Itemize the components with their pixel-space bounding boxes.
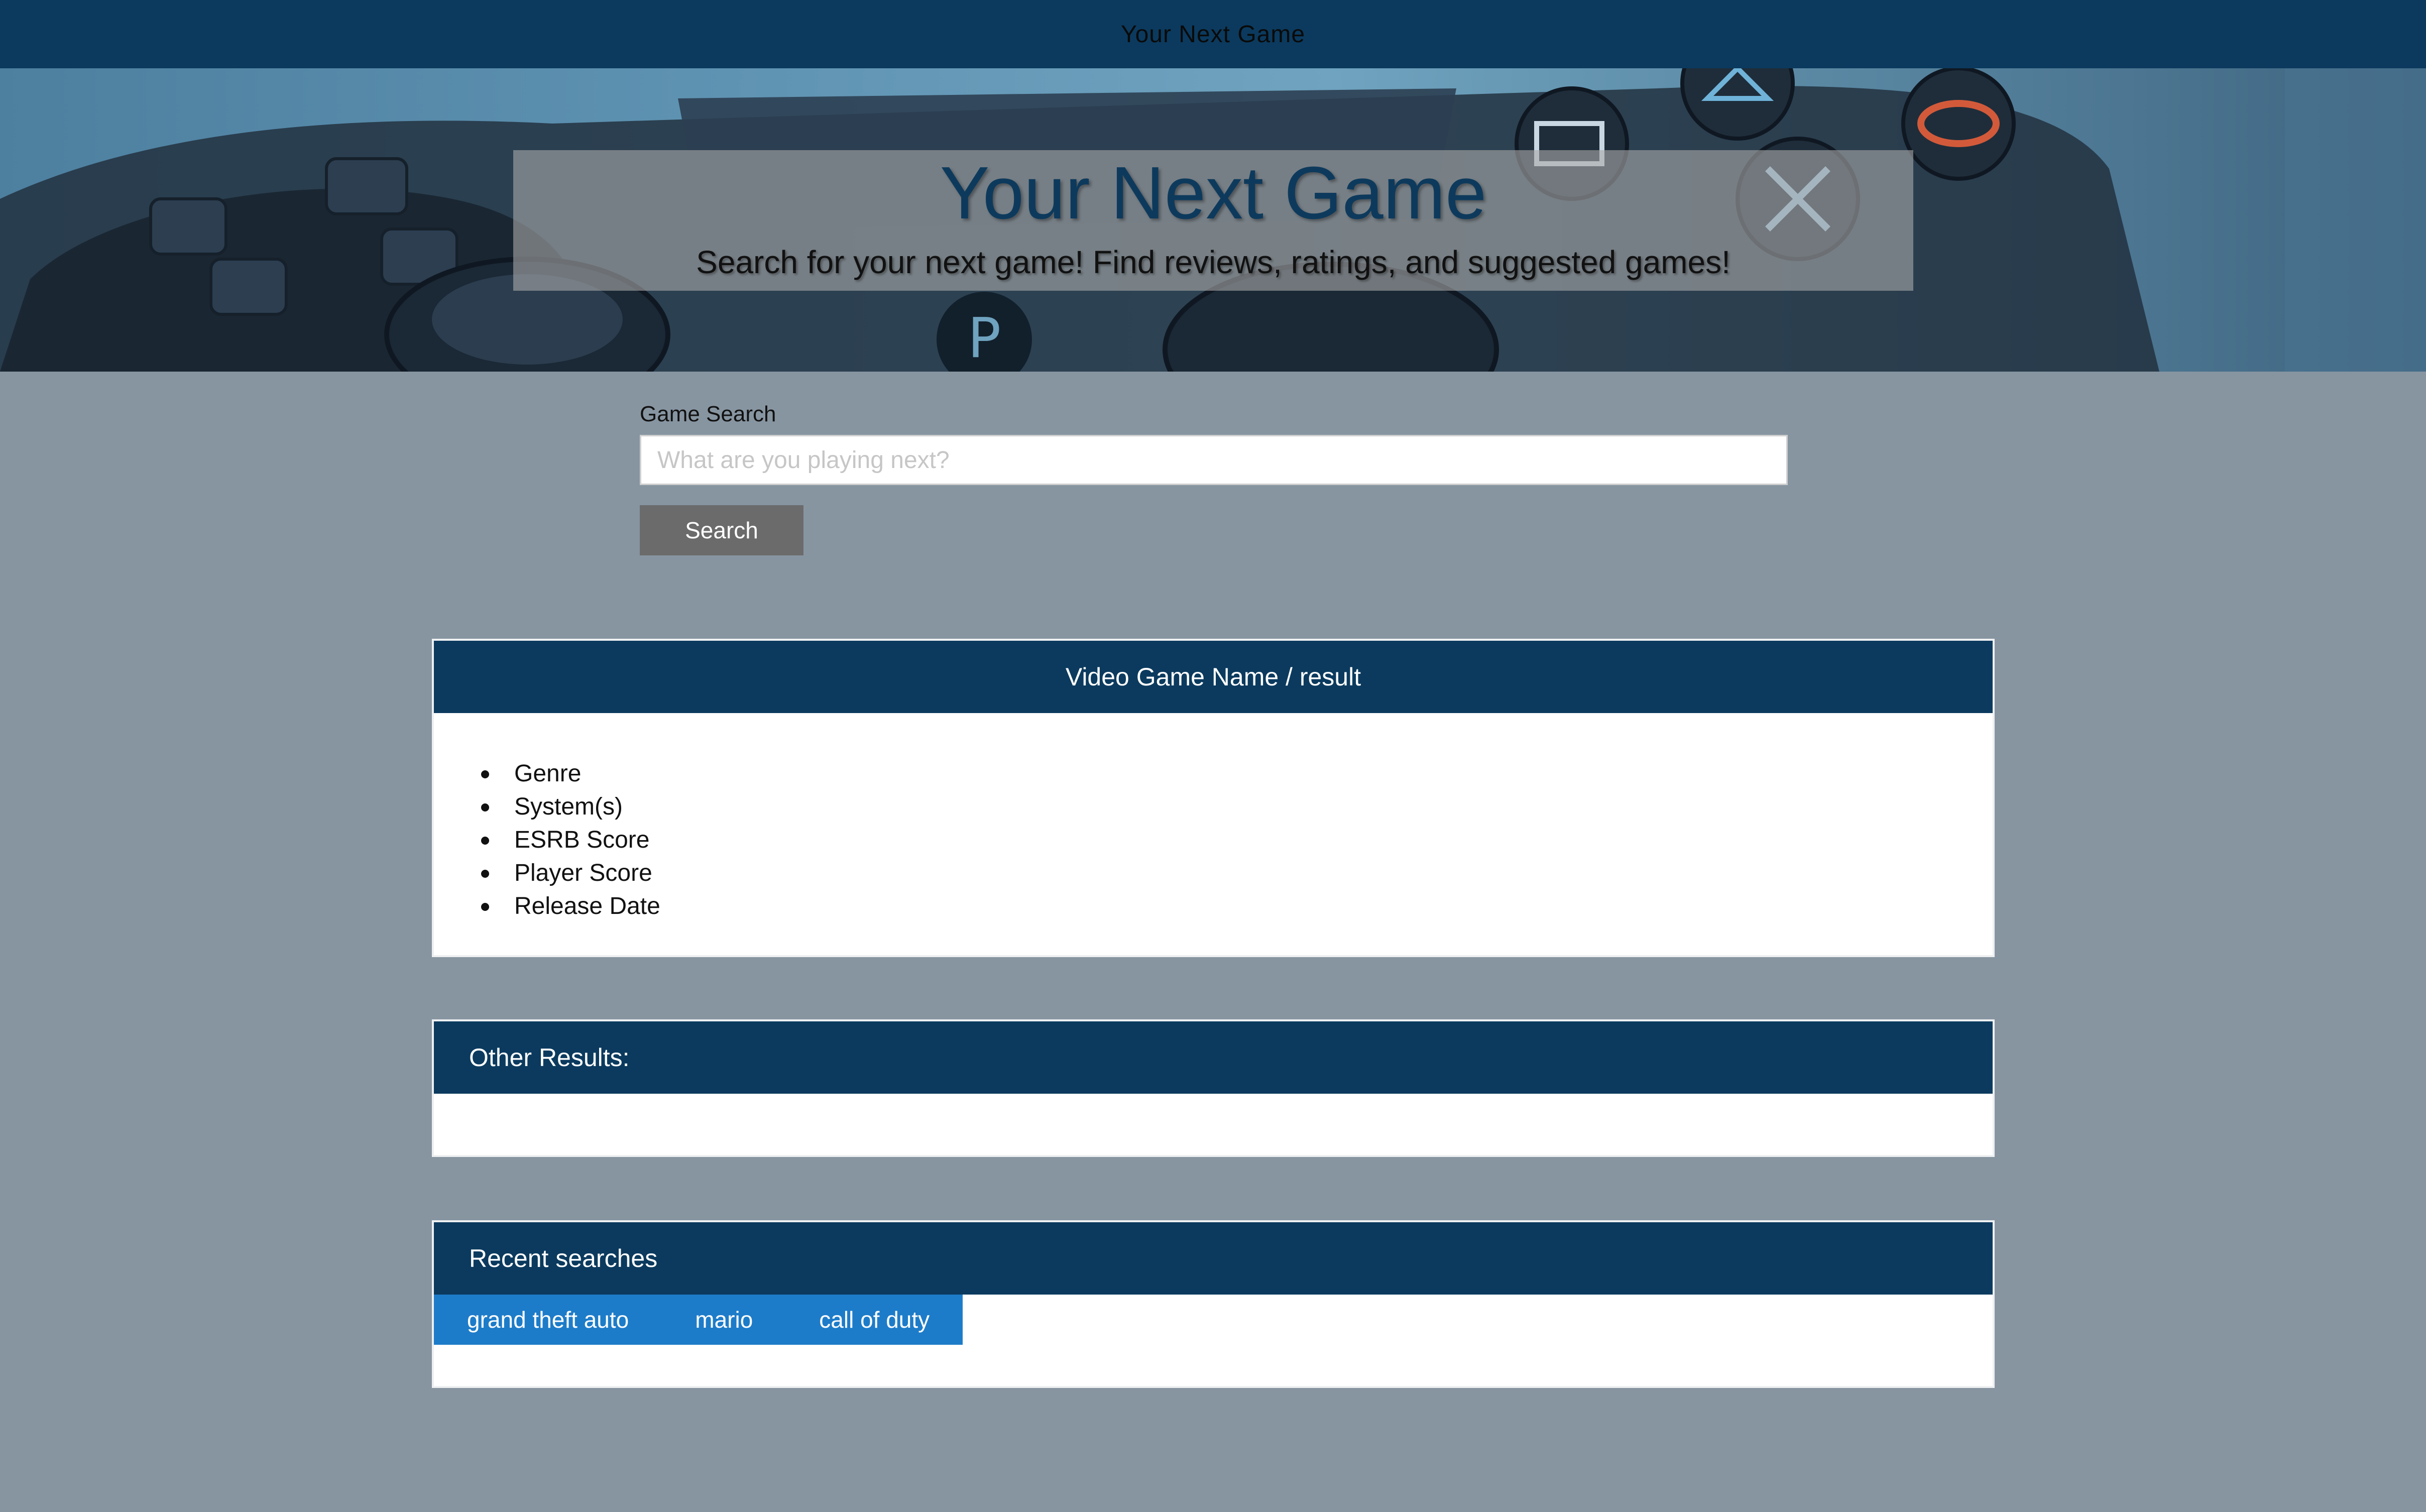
other-results-card: Other Results: — [432, 1019, 1995, 1157]
recent-searches-card: Recent searches grand theft auto mario c… — [432, 1220, 1995, 1388]
recent-search-item[interactable]: grand theft auto — [434, 1295, 662, 1345]
recent-search-item[interactable]: call of duty — [786, 1295, 963, 1345]
hero-title-box: Your Next Game Search for your next game… — [513, 150, 1913, 291]
other-results-header: Other Results: — [434, 1021, 1993, 1094]
recent-searches-header: Recent searches — [434, 1222, 1993, 1295]
game-search-form: Game Search Search — [640, 402, 1788, 555]
svg-text:P: P — [968, 306, 1001, 370]
list-item-release-date: Release Date — [481, 890, 1993, 923]
list-item-player-score: Player Score — [481, 857, 1993, 890]
game-search-input[interactable] — [640, 435, 1788, 485]
game-search-label: Game Search — [640, 402, 776, 426]
hero-title: Your Next Game — [940, 152, 1487, 235]
recent-search-item[interactable]: mario — [662, 1295, 786, 1345]
game-details-list: Genre System(s) ESRB Score Player Score … — [481, 757, 1993, 923]
recent-searches-list: grand theft auto mario call of duty — [434, 1295, 1993, 1345]
list-item-genre: Genre — [481, 757, 1993, 790]
top-navbar: Your Next Game — [0, 0, 2426, 68]
hero-banner: P Your Next Game Search for your next ga… — [0, 68, 2426, 372]
game-result-header: Video Game Name / result — [434, 641, 1993, 713]
search-button[interactable]: Search — [640, 505, 803, 555]
navbar-title: Your Next Game — [1120, 21, 1306, 48]
list-item-esrb-score: ESRB Score — [481, 824, 1993, 857]
list-item-systems: System(s) — [481, 790, 1993, 824]
hero-subtitle: Search for your next game! Find reviews,… — [696, 244, 1730, 280]
game-result-card: Video Game Name / result Genre System(s)… — [432, 639, 1995, 957]
